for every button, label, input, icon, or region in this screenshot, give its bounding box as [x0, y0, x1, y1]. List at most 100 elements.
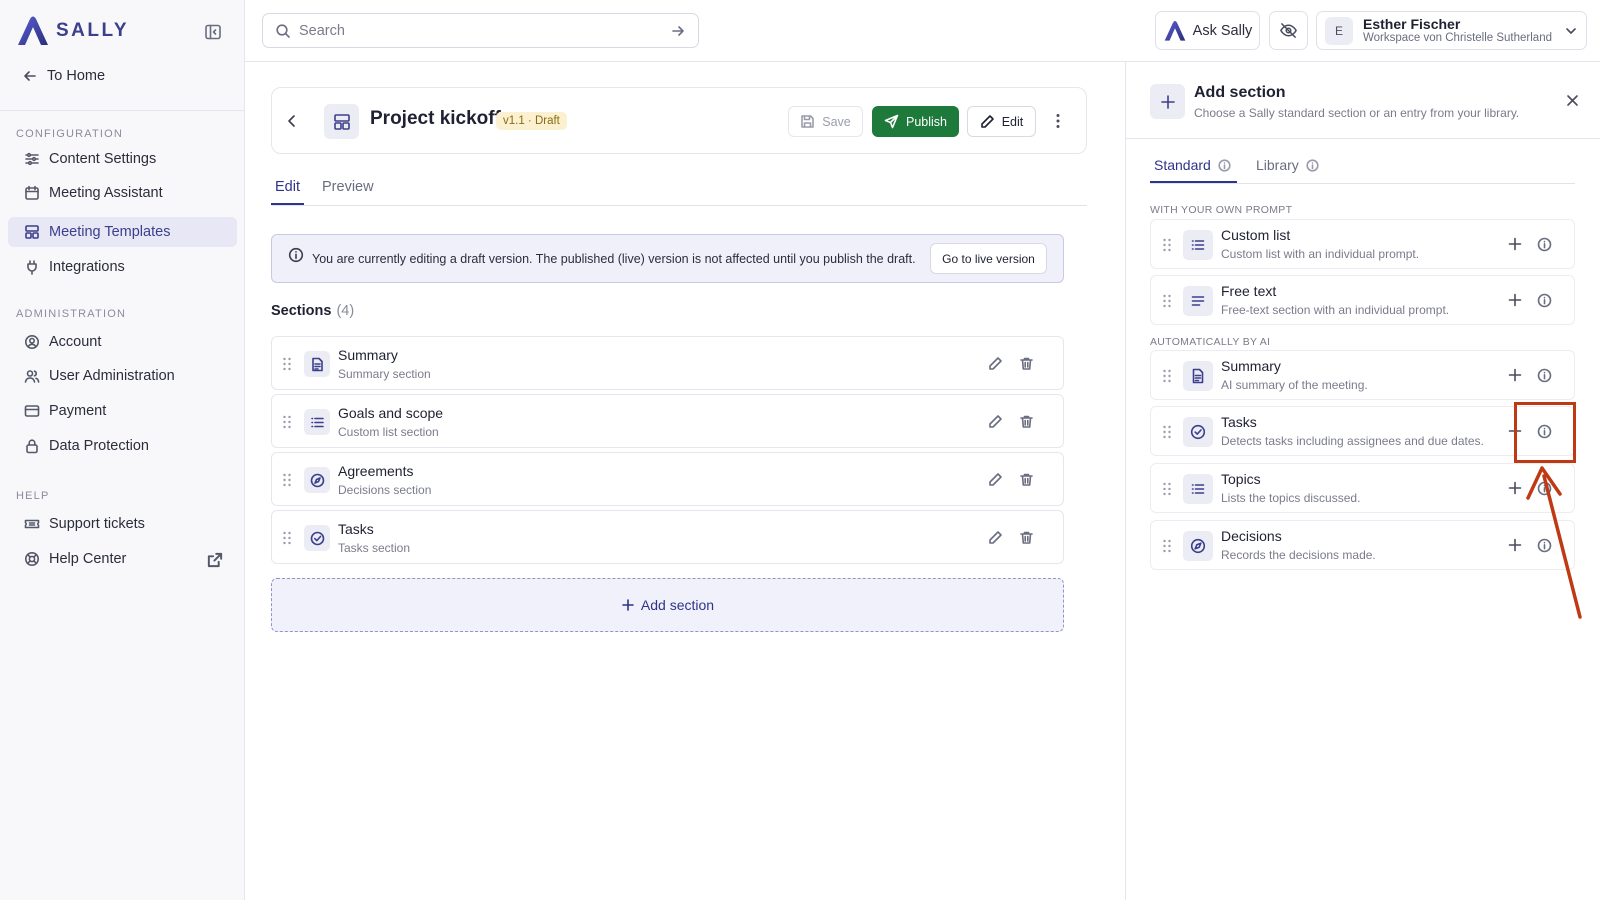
sections-title: Sections [271, 303, 332, 319]
group-label-own-prompt: WITH YOUR OWN PROMPT [1150, 204, 1293, 216]
standard-item-free-text[interactable]: Free text Free-text section with an indi… [1150, 275, 1575, 325]
sidebar-item-help-center[interactable]: Help Center [8, 544, 237, 574]
ticket-icon [24, 516, 40, 532]
sally-logo-icon [18, 16, 48, 45]
credit-card-icon [24, 403, 40, 419]
privacy-toggle-button[interactable] [1269, 11, 1308, 50]
add-section-button[interactable]: Add section [271, 578, 1064, 632]
pencil-icon[interactable] [988, 414, 1003, 429]
standard-item-tasks[interactable]: Tasks Detects tasks including assignees … [1150, 406, 1575, 456]
edit-button[interactable]: Edit [967, 106, 1036, 137]
active-tab-indicator [1150, 181, 1237, 183]
tab-preview[interactable]: Preview [322, 179, 374, 195]
trash-icon[interactable] [1019, 530, 1034, 545]
plus-icon [1159, 93, 1177, 111]
user-circle-icon [24, 334, 40, 350]
pencil-icon[interactable] [988, 530, 1003, 545]
info-icon[interactable] [1306, 158, 1319, 172]
standard-item-custom-list[interactable]: Custom list Custom list with an individu… [1150, 219, 1575, 269]
tab-library[interactable]: Library [1256, 157, 1319, 173]
sidebar-item-meeting-assistant[interactable]: Meeting Assistant [8, 178, 237, 208]
drag-handle-icon[interactable] [282, 415, 292, 429]
compass-icon [310, 473, 325, 488]
publish-button[interactable]: Publish [872, 106, 959, 137]
item-icon-tile [1183, 361, 1213, 391]
more-options-icon[interactable] [1048, 111, 1068, 131]
item-name: Summary [1221, 358, 1281, 374]
drag-handle-icon[interactable] [1162, 238, 1172, 252]
close-icon[interactable] [1566, 94, 1579, 107]
search-icon [275, 23, 291, 39]
ask-sally-button[interactable]: Ask Sally [1155, 11, 1260, 50]
info-icon[interactable] [1537, 368, 1552, 383]
collapse-sidebar-icon[interactable] [204, 23, 222, 41]
standard-item-summary[interactable]: Summary AI summary of the meeting. [1150, 350, 1575, 400]
drag-handle-icon[interactable] [1162, 482, 1172, 496]
trash-icon[interactable] [1019, 356, 1034, 371]
drag-handle-icon[interactable] [282, 531, 292, 545]
sidebar-item-account[interactable]: Account [8, 327, 237, 357]
sidebar-item-label: Payment [49, 403, 107, 419]
sidebar-item-support-tickets[interactable]: Support tickets [8, 509, 237, 539]
sliders-icon [24, 151, 40, 167]
item-description: Records the decisions made. [1221, 548, 1376, 562]
section-icon-tile [304, 409, 330, 435]
arrow-right-icon[interactable] [670, 23, 686, 39]
tab-edit[interactable]: Edit [275, 179, 300, 195]
drag-handle-icon[interactable] [1162, 539, 1172, 553]
drag-handle-icon[interactable] [1162, 425, 1172, 439]
item-description: AI summary of the meeting. [1221, 378, 1368, 392]
pencil-icon[interactable] [988, 356, 1003, 371]
sidebar-item-integrations[interactable]: Integrations [8, 252, 237, 282]
plus-icon[interactable] [1508, 368, 1522, 382]
to-home-link[interactable]: To Home [22, 68, 105, 84]
trash-icon[interactable] [1019, 414, 1034, 429]
sidebar-item-meeting-templates[interactable]: Meeting Templates [8, 217, 237, 247]
sidebar-item-label: Integrations [49, 259, 125, 275]
section-row-tasks[interactable]: Tasks Tasks section [271, 510, 1064, 564]
user-menu[interactable]: E Esther Fischer Workspace von Christell… [1316, 11, 1587, 50]
search-box[interactable] [262, 13, 699, 48]
plus-icon[interactable] [1508, 237, 1522, 251]
drag-handle-icon[interactable] [1162, 294, 1172, 308]
pencil-icon [980, 114, 995, 129]
item-icon-tile [1183, 417, 1213, 447]
search-input[interactable] [299, 22, 662, 39]
drag-handle-icon[interactable] [282, 357, 292, 371]
sidebar-heading-configuration: CONFIGURATION [16, 128, 124, 140]
plus-icon[interactable] [1508, 293, 1522, 307]
section-row-agreements[interactable]: Agreements Decisions section [271, 452, 1064, 506]
section-row-summary[interactable]: Summary Summary section [271, 336, 1064, 390]
trash-icon[interactable] [1019, 472, 1034, 487]
pencil-icon[interactable] [988, 472, 1003, 487]
info-icon[interactable] [1218, 158, 1231, 172]
sidebar-item-label: Help Center [49, 551, 127, 567]
info-icon[interactable] [1537, 293, 1552, 308]
info-icon[interactable] [1537, 237, 1552, 252]
page-title: Project kickoff [370, 108, 501, 129]
standard-item-topics[interactable]: Topics Lists the topics discussed. [1150, 463, 1575, 513]
brand-name: SALLY [56, 20, 130, 41]
sidebar-item-data-protection[interactable]: Data Protection [8, 431, 237, 461]
sidebar-item-payment[interactable]: Payment [8, 396, 237, 426]
go-to-live-version-button[interactable]: Go to live version [930, 243, 1047, 274]
sally-logo[interactable]: SALLY [16, 15, 129, 47]
sidebar-item-content-settings[interactable]: Content Settings [8, 144, 237, 174]
item-description: Custom list with an individual prompt. [1221, 247, 1420, 261]
drag-handle-icon[interactable] [282, 473, 292, 487]
item-name: Topics [1221, 471, 1261, 487]
sidebar-item-user-administration[interactable]: User Administration [8, 361, 237, 391]
section-name: Goals and scope [338, 405, 444, 421]
save-button[interactable]: Save [788, 106, 863, 137]
section-row-goals-and-scope[interactable]: Goals and scope Custom list section [271, 394, 1064, 448]
user-name: Esther Fischer [1363, 15, 1461, 32]
list-icon [1190, 237, 1206, 253]
chevron-left-icon[interactable] [283, 112, 301, 130]
standard-item-decisions[interactable]: Decisions Records the decisions made. [1150, 520, 1575, 570]
tab-standard-label: Standard [1154, 157, 1211, 173]
sidebar-item-label: Account [49, 334, 102, 350]
drag-handle-icon[interactable] [1162, 369, 1172, 383]
tab-standard[interactable]: Standard [1154, 157, 1231, 173]
send-icon [884, 114, 899, 129]
plus-tile [1150, 84, 1185, 119]
